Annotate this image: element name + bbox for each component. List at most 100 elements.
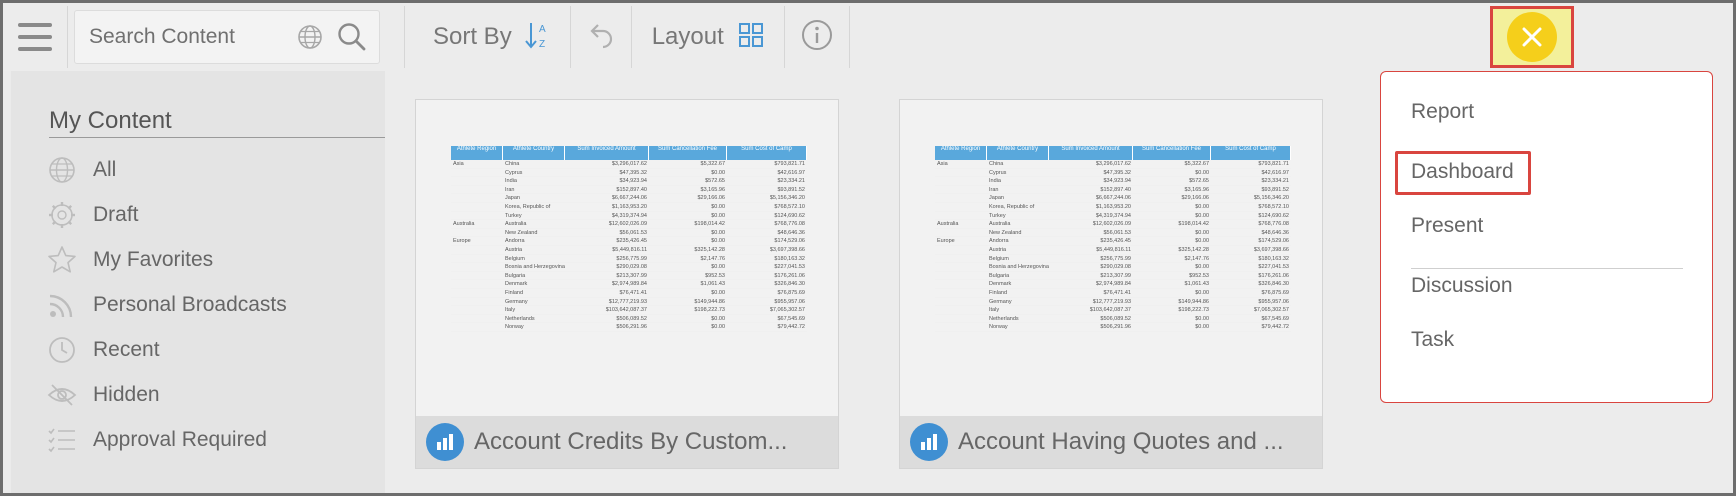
thumbnail-cell: $0.00 xyxy=(711,203,725,210)
hamburger-menu-icon[interactable] xyxy=(3,3,67,71)
table-row: Iran $152,897.40 $3,165.96 $93,891.52 xyxy=(451,186,807,195)
thumbnail-cell: $198,014.42 xyxy=(694,221,725,228)
sidebar-item-label: Approval Required xyxy=(93,427,267,451)
thumbnail-table: Athlete Region Athlete Country Sum Invoice… xyxy=(451,146,807,332)
svg-text:Z: Z xyxy=(539,39,545,50)
thumbnail-cell: $0.00 xyxy=(1195,229,1209,236)
thumbnail-cell: $5,322.67 xyxy=(1184,161,1209,167)
sort-by-label: Sort By xyxy=(433,23,512,50)
thumbnail-header-cell: Athlete Region xyxy=(935,146,987,160)
thumbnail-cell: $56,061.53 xyxy=(619,229,647,236)
menu-item-task[interactable]: Task xyxy=(1411,328,1454,352)
sidebar-item-hidden[interactable]: Hidden xyxy=(47,372,287,417)
undo-icon xyxy=(587,21,615,54)
thumbnail-cell: $793,821.71 xyxy=(1258,161,1289,167)
thumbnail-cell: $4,319,374.94 xyxy=(611,212,647,219)
search-icon[interactable] xyxy=(337,22,367,57)
close-button[interactable] xyxy=(1507,12,1557,62)
table-row: Australia Australia $12,602,026.09 $198,014… xyxy=(935,220,1291,229)
thumbnail-header-cell: Sum Cost of Camp xyxy=(1211,146,1291,160)
thumbnail-cell: Asia xyxy=(453,161,464,167)
card-title: Account Having Quotes and ... xyxy=(958,428,1284,455)
table-row: Bosnia and Herzegovina $290,029.08 $0.00 $2… xyxy=(451,263,807,272)
sidebar-item-draft[interactable]: Draft xyxy=(47,192,287,237)
thumbnail-cell: Australia xyxy=(989,221,1011,228)
thumbnail-cell: New Zealand xyxy=(989,229,1022,236)
thumbnail-cell: $152,897.40 xyxy=(1100,186,1131,193)
table-row: Turkey $4,319,374.94 $0.00 $124,690.62 xyxy=(451,212,807,221)
sidebar-item-personal-broadcasts[interactable]: Personal Broadcasts xyxy=(47,282,287,327)
thumbnail-cell: Germany xyxy=(989,298,1012,305)
thumbnail-cell: Norway xyxy=(505,324,524,331)
thumbnail-cell: $3,296,017.62 xyxy=(611,161,647,167)
thumbnail-cell: $235,426.45 xyxy=(616,238,647,245)
thumbnail-cell: Andorra xyxy=(505,238,525,245)
menu-item-report[interactable]: Report xyxy=(1411,100,1474,124)
thumbnail-cell: $93,891.52 xyxy=(777,186,805,193)
thumbnail-cell: $5,156,346.20 xyxy=(1253,195,1289,202)
table-row: Belgium $256,775.99 $2,147.76 $180,163.32 xyxy=(451,255,807,264)
card-title: Account Credits By Custom... xyxy=(474,428,788,455)
thumbnail-cell: Australia xyxy=(505,221,527,228)
thumbnail-cell: Asia xyxy=(937,161,948,167)
content-card[interactable]: Athlete Region Athlete Country Sum Invoice… xyxy=(899,99,1323,469)
thumbnail-cell: $0.00 xyxy=(1195,169,1209,176)
thumbnail-cell: $34,923.94 xyxy=(619,178,647,185)
thumbnail-cell: $0.00 xyxy=(711,289,725,296)
sidebar-divider xyxy=(49,137,385,138)
thumbnail-cell: Netherlands xyxy=(505,315,535,322)
sidebar-item-all[interactable]: All xyxy=(47,147,287,192)
menu-item-present[interactable]: Present xyxy=(1411,214,1483,238)
thumbnail-cell: $0.00 xyxy=(711,212,725,219)
table-row: Korea, Republic of $1,163,953.20 $0.00 $768… xyxy=(451,203,807,212)
thumbnail-header-cell: Sum Cost of Camp xyxy=(727,146,807,160)
thumbnail-cell: $506,291.96 xyxy=(1100,324,1131,331)
sidebar-item-my-favorites[interactable]: My Favorites xyxy=(47,237,287,282)
sidebar-item-label: All xyxy=(93,157,117,181)
thumbnail-cell: Netherlands xyxy=(989,315,1019,322)
thumbnail-cell: $47,395.32 xyxy=(619,169,647,176)
menu-item-discussion[interactable]: Discussion xyxy=(1411,274,1513,298)
thumbnail-cell: $227,041.53 xyxy=(774,264,805,271)
menu-item-dashboard[interactable]: Dashboard xyxy=(1411,160,1514,184)
thumbnail-header-cell: Sum Invoiced Amount xyxy=(565,146,649,160)
content-card[interactable]: Athlete Region Athlete Country Sum Invoice… xyxy=(415,99,839,469)
thumbnail-cell: $213,307.99 xyxy=(1100,272,1131,279)
thumbnail-cell: $0.00 xyxy=(711,324,725,331)
thumbnail-cell: $198,014.42 xyxy=(1178,221,1209,228)
thumbnail-cell: $1,163,953.20 xyxy=(611,203,647,210)
sidebar-item-recent[interactable]: Recent xyxy=(47,327,287,372)
thumbnail-cell: $93,891.52 xyxy=(1261,186,1289,193)
bar-chart-icon xyxy=(910,423,948,461)
table-row: India $34,923.94 $572.65 $23,334.21 xyxy=(451,177,807,186)
table-row: Netherlands $506,089.52 $0.00 $67,545.69 xyxy=(451,315,807,324)
create-menu: Report Dashboard Present Discussion Task xyxy=(1380,71,1713,403)
thumbnail-cell: $5,156,346.20 xyxy=(769,195,805,202)
thumbnail-cell: Bulgaria xyxy=(989,272,1010,279)
svg-text:A: A xyxy=(539,24,546,35)
thumbnail-cell: $12,602,026.09 xyxy=(608,221,647,228)
thumbnail-cell: $67,545.69 xyxy=(1261,315,1289,322)
thumbnail-cell: $198,222.73 xyxy=(1178,307,1209,314)
table-row: Japan $6,667,244.06 $29,166.06 $5,156,346.2… xyxy=(935,194,1291,203)
info-button[interactable] xyxy=(785,3,849,71)
sidebar-item-approval-required[interactable]: Approval Required xyxy=(47,417,287,462)
thumbnail-cell: Andorra xyxy=(989,238,1009,245)
undo-button[interactable] xyxy=(571,3,631,71)
thumbnail-cell: India xyxy=(989,178,1001,185)
table-row: Finland $76,471.41 $0.00 $76,875.69 xyxy=(451,289,807,298)
search-input[interactable] xyxy=(89,25,289,49)
table-row: Belgium $256,775.99 $2,147.76 $180,163.32 xyxy=(935,255,1291,264)
thumbnail-cell: Bosnia and Herzegovina xyxy=(989,264,1049,271)
thumbnail-cell: $768,572.10 xyxy=(1258,203,1289,210)
thumbnail-cell: $42,616.97 xyxy=(777,169,805,176)
layout-button[interactable]: Layout xyxy=(632,3,784,71)
thumbnail-cell: Korea, Republic of xyxy=(505,203,551,210)
close-icon xyxy=(1522,27,1542,47)
table-row: New Zealand $56,061.53 $0.00 $48,646.36 xyxy=(451,229,807,238)
globe-icon[interactable] xyxy=(297,24,323,55)
table-row: Europe Andorra $235,426.45 $0.00 $174,529.06 xyxy=(451,237,807,246)
toolbar-divider xyxy=(404,6,405,68)
thumbnail-cell: $2,147.76 xyxy=(1184,255,1209,262)
sort-by-button[interactable]: Sort By A Z xyxy=(413,3,570,71)
